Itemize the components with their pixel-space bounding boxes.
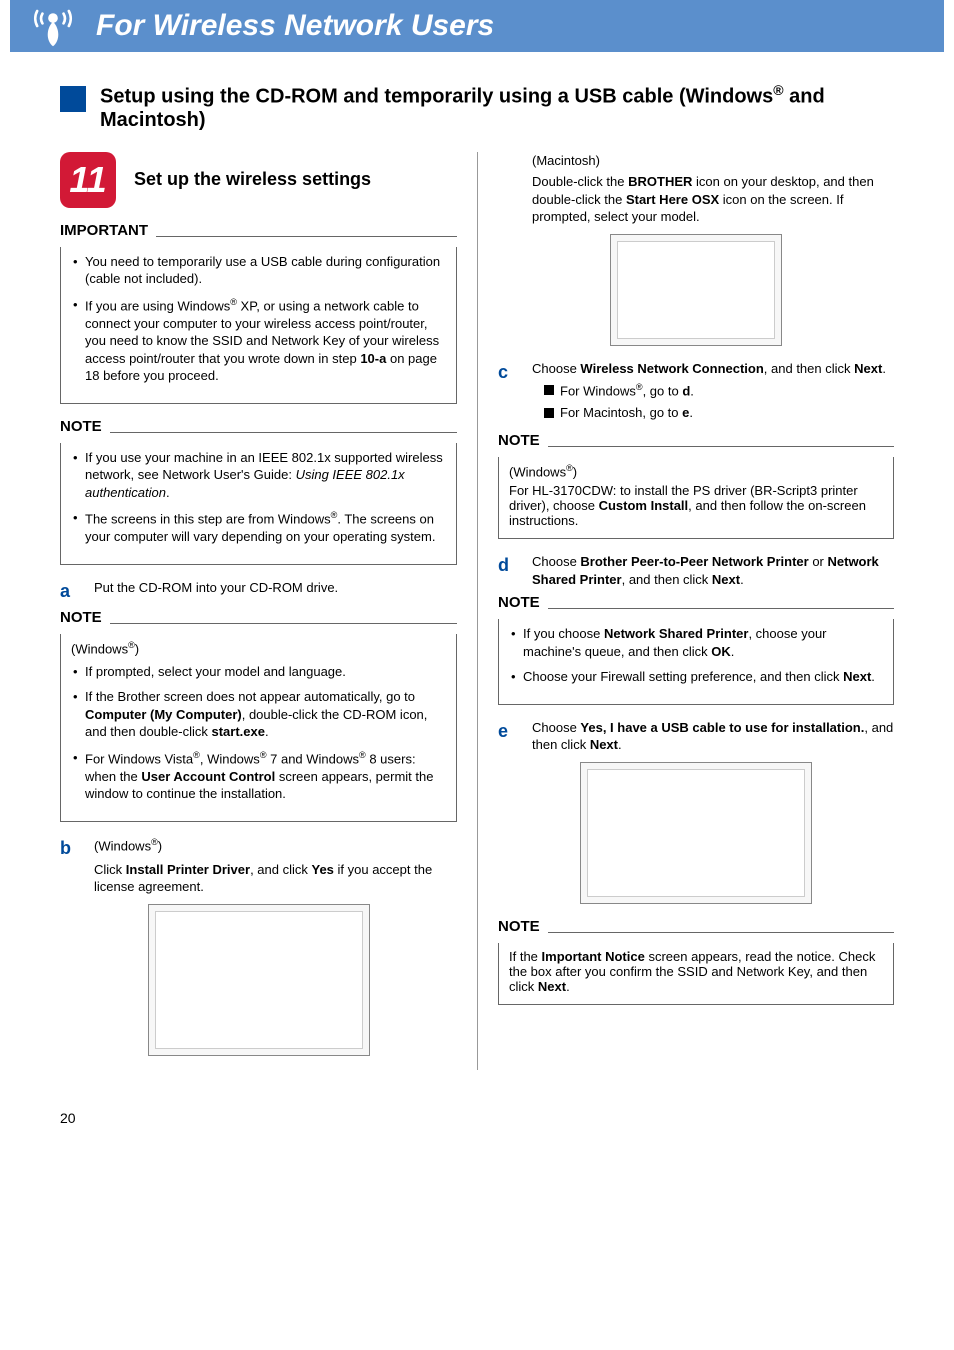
note-item: The screens in this step are from Window… [71, 509, 446, 545]
substep-a: a Put the CD-ROM into your CD-ROM drive. [60, 579, 457, 603]
important-box: You need to temporarily use a USB cable … [60, 247, 457, 404]
sub-bullet: For Macintosh, go to e. [544, 404, 894, 422]
substep-text: Choose Yes, I have a USB cable to use fo… [532, 719, 894, 754]
mac-text: Double-click the BROTHER icon on your de… [532, 173, 894, 226]
note-header: NOTE [498, 432, 894, 451]
substep-text: Click Install Printer Driver, and click … [94, 861, 457, 896]
note-box: (Windows®) If prompted, select your mode… [60, 634, 457, 821]
header-title: For Wireless Network Users [96, 9, 494, 43]
substep-b: b (Windows®) Click Install Printer Drive… [60, 836, 457, 896]
note-item: Choose your Firewall setting preference,… [509, 668, 883, 686]
header-bar: For Wireless Network Users [10, 0, 944, 52]
mac-os: (Macintosh) [532, 152, 894, 170]
note-box: If you choose Network Shared Printer, ch… [498, 619, 894, 705]
note-box: If the Important Notice screen appears, … [498, 943, 894, 1005]
note-header: NOTE [60, 418, 457, 437]
note-os: (Windows®) [71, 640, 446, 656]
note-header: NOTE [60, 609, 457, 628]
step-number-box: 11 [60, 152, 116, 208]
wizard-screenshot [580, 762, 812, 904]
substep-text: Choose Wireless Network Connection, and … [532, 360, 894, 378]
note-text: For HL-3170CDW: to install the PS driver… [509, 483, 883, 528]
step-header: 11 Set up the wireless settings [60, 152, 457, 208]
installer-screenshot [148, 904, 370, 1056]
note-header: NOTE [498, 918, 894, 937]
important-item: If you are using Windows® XP, or using a… [71, 296, 446, 385]
note-text: If the Important Notice screen appears, … [509, 949, 883, 994]
substep-d: d Choose Brother Peer-to-Peer Network Pr… [498, 553, 894, 588]
right-column: (Macintosh) Double-click the BROTHER ico… [477, 152, 894, 1070]
sub-bullet: For Windows®, go to d. [544, 381, 894, 400]
substep-e: e Choose Yes, I have a USB cable to use … [498, 719, 894, 754]
wireless-icon [10, 4, 96, 48]
substep-text: Choose Brother Peer-to-Peer Network Prin… [532, 553, 894, 588]
note-item: If the Brother screen does not appear au… [71, 688, 446, 741]
section-title: Setup using the CD-ROM and temporarily u… [100, 82, 894, 132]
step-title: Set up the wireless settings [134, 169, 371, 190]
substep-os: (Windows®) [94, 836, 457, 855]
note-box: (Windows®) For HL-3170CDW: to install th… [498, 457, 894, 539]
note-header: NOTE [498, 594, 894, 613]
important-header: IMPORTANT [60, 222, 457, 241]
note-os: (Windows®) [509, 463, 883, 479]
substep-c: c Choose Wireless Network Connection, an… [498, 360, 894, 426]
left-column: 11 Set up the wireless settings IMPORTAN… [60, 152, 477, 1070]
note-item: For Windows Vista®, Windows® 7 and Windo… [71, 749, 446, 803]
note-item: If you choose Network Shared Printer, ch… [509, 625, 883, 660]
section-marker [60, 86, 86, 112]
note-item: If you use your machine in an IEEE 802.1… [71, 449, 446, 502]
note-box: If you use your machine in an IEEE 802.1… [60, 443, 457, 565]
page-number: 20 [0, 1080, 954, 1146]
mac-screenshot [610, 234, 782, 346]
section-heading: Setup using the CD-ROM and temporarily u… [60, 82, 894, 132]
step-number: 11 [69, 159, 106, 201]
note-item: If prompted, select your model and langu… [71, 663, 446, 681]
important-item: You need to temporarily use a USB cable … [71, 253, 446, 288]
